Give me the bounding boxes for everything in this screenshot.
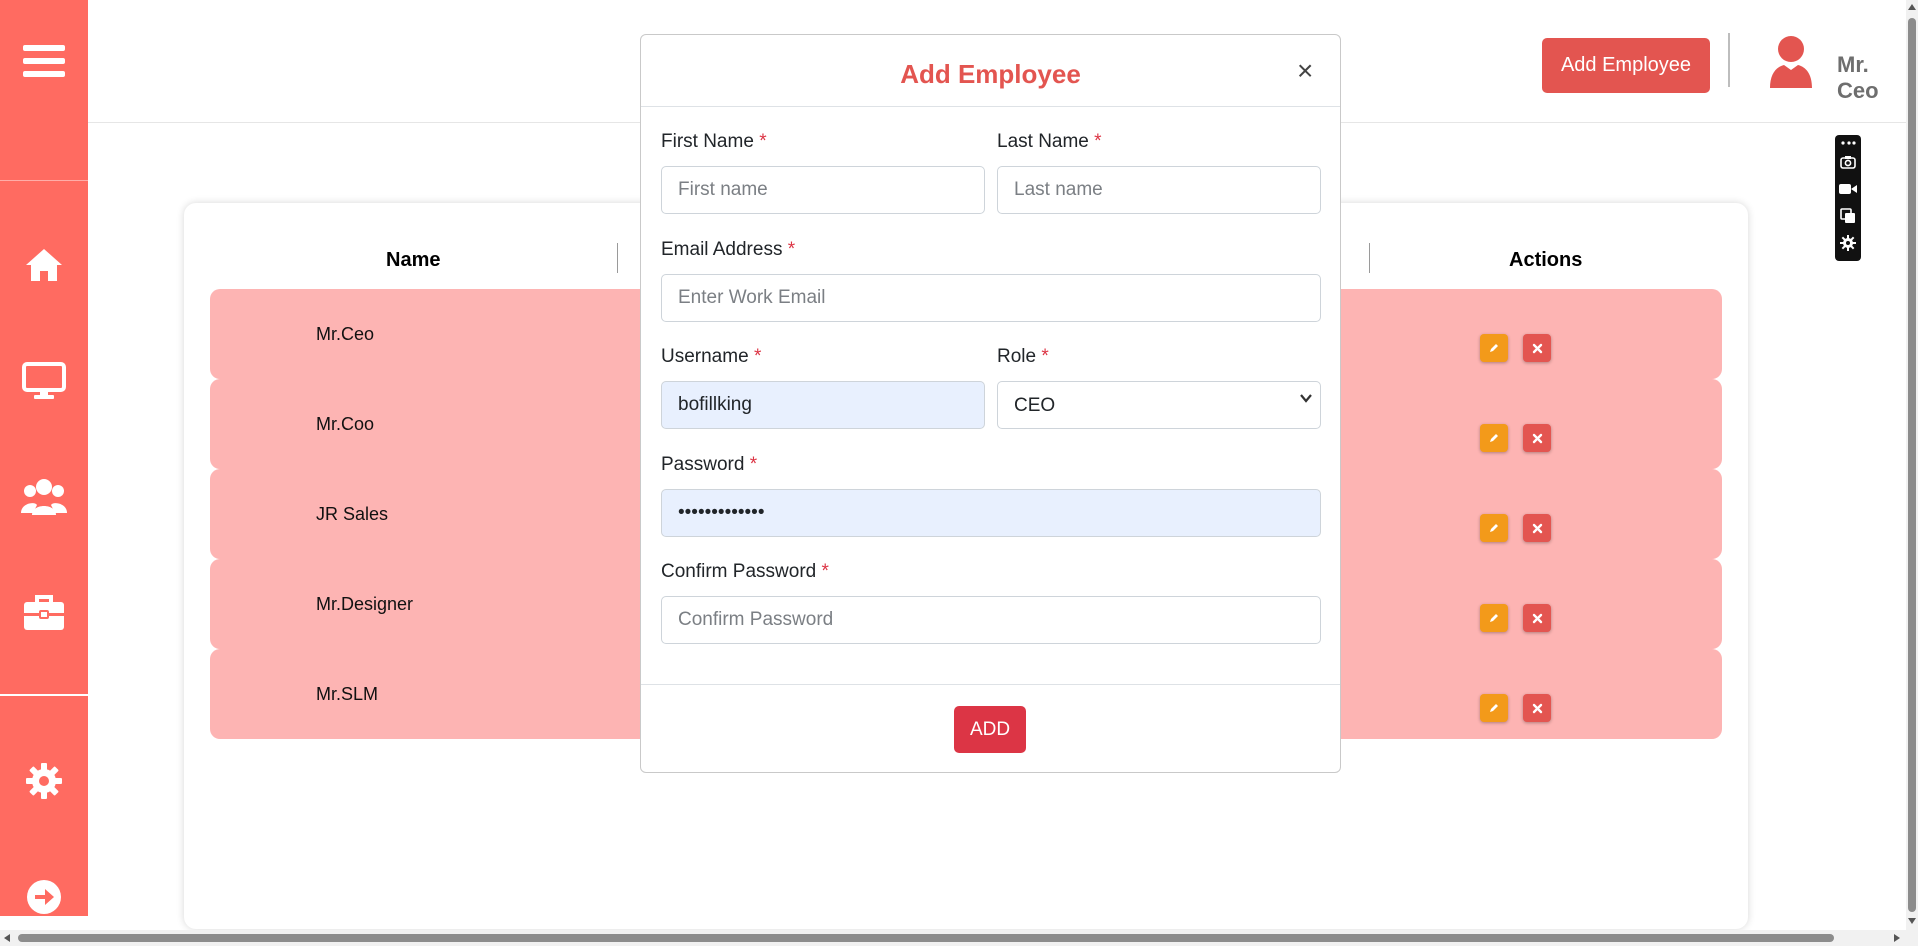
delete-button[interactable] [1523,604,1551,632]
horizontal-scroll-thumb[interactable] [18,934,1834,942]
floating-toolbar [1835,135,1861,261]
edit-button[interactable] [1480,694,1508,722]
edit-button[interactable] [1480,604,1508,632]
menu-button[interactable] [0,28,88,94]
briefcase-icon [24,595,64,630]
delete-button[interactable] [1523,334,1551,362]
home-icon [26,249,62,281]
record-button[interactable] [1839,180,1857,198]
scroll-right-arrow[interactable] [1894,934,1900,942]
copy-icon [1840,208,1855,223]
column-header-name: Name [386,249,441,271]
first-name-input[interactable] [661,166,985,214]
sidebar-item-employees[interactable] [0,464,88,530]
gear-icon [26,763,62,799]
password-label: Password * [661,454,758,475]
confirm-password-input[interactable] [661,596,1321,644]
close-icon [1532,343,1542,353]
modal-footer-divider [641,684,1340,685]
user-avatar-icon[interactable] [1768,34,1814,90]
confirm-password-label: Confirm Password * [661,561,829,582]
logout-icon [27,880,61,914]
role-select[interactable]: CEO [997,381,1321,429]
screenshot-button[interactable] [1839,153,1857,171]
employee-name: Mr.Designer [316,594,414,614]
first-name-label: First Name * [661,131,767,152]
close-icon [1532,433,1542,443]
sidebar-item-logout[interactable] [0,864,88,930]
email-label: Email Address * [661,239,796,260]
delete-button[interactable] [1523,424,1551,452]
add-employee-modal: Add Employee × First Name * Last Name * … [640,34,1341,773]
edit-button[interactable] [1480,424,1508,452]
modal-close-button[interactable]: × [1297,57,1313,85]
pencil-icon [1490,524,1498,532]
pencil-icon [1490,434,1498,442]
menu-icon [23,45,65,77]
pencil-icon [1490,344,1498,352]
employee-name: Mr.SLM [316,684,379,704]
close-icon [1532,613,1542,623]
delete-button[interactable] [1523,514,1551,542]
camera-icon [1840,156,1856,169]
toolbar-handle[interactable] [1839,137,1857,149]
employee-name: JR Sales [316,504,389,524]
user-name[interactable]: Mr. Ceo [1837,52,1906,104]
email-input[interactable] [661,274,1321,322]
vertical-scrollbar[interactable] [1906,0,1918,930]
scroll-down-arrow[interactable] [1908,918,1916,924]
scroll-up-arrow[interactable] [1908,4,1916,10]
sidebar-item-home[interactable] [0,232,88,298]
last-name-input[interactable] [997,166,1321,214]
toolbar-settings-button[interactable] [1839,234,1857,252]
add-employee-button[interactable]: Add Employee [1542,38,1710,93]
users-icon [21,479,67,515]
header-divider [1728,33,1730,87]
employee-name: Mr.Ceo [316,324,375,344]
delete-button[interactable] [1523,694,1551,722]
add-submit-button[interactable]: ADD [954,706,1026,753]
video-icon [1839,184,1857,194]
pencil-icon [1490,614,1498,622]
modal-title: Add Employee [900,59,1081,89]
close-icon [1532,523,1542,533]
sidebar-divider [0,694,88,696]
sidebar [0,0,88,916]
more-icon [1841,141,1856,145]
sidebar-divider [0,180,88,181]
column-divider [1369,243,1370,273]
sidebar-item-dashboard[interactable] [0,348,88,414]
employee-name: Mr.Coo [316,414,375,434]
monitor-icon [22,362,66,399]
modal-header: Add Employee × [641,35,1340,107]
copy-button[interactable] [1839,207,1857,225]
gear-icon [1840,235,1856,251]
pencil-icon [1490,704,1498,712]
column-header-actions: Actions [1509,249,1583,271]
sidebar-item-settings[interactable] [0,748,88,814]
username-input[interactable] [661,381,985,429]
vertical-scroll-thumb[interactable] [1908,18,1916,912]
horizontal-scrollbar[interactable] [0,930,1918,946]
last-name-label: Last Name * [997,131,1102,152]
edit-button[interactable] [1480,514,1508,542]
column-divider [617,243,618,273]
close-icon [1532,703,1542,713]
edit-button[interactable] [1480,334,1508,362]
sidebar-item-projects[interactable] [0,580,88,646]
password-input[interactable] [661,489,1321,537]
username-label: Username * [661,346,762,367]
role-label: Role * [997,346,1049,367]
scroll-left-arrow[interactable] [4,934,10,942]
